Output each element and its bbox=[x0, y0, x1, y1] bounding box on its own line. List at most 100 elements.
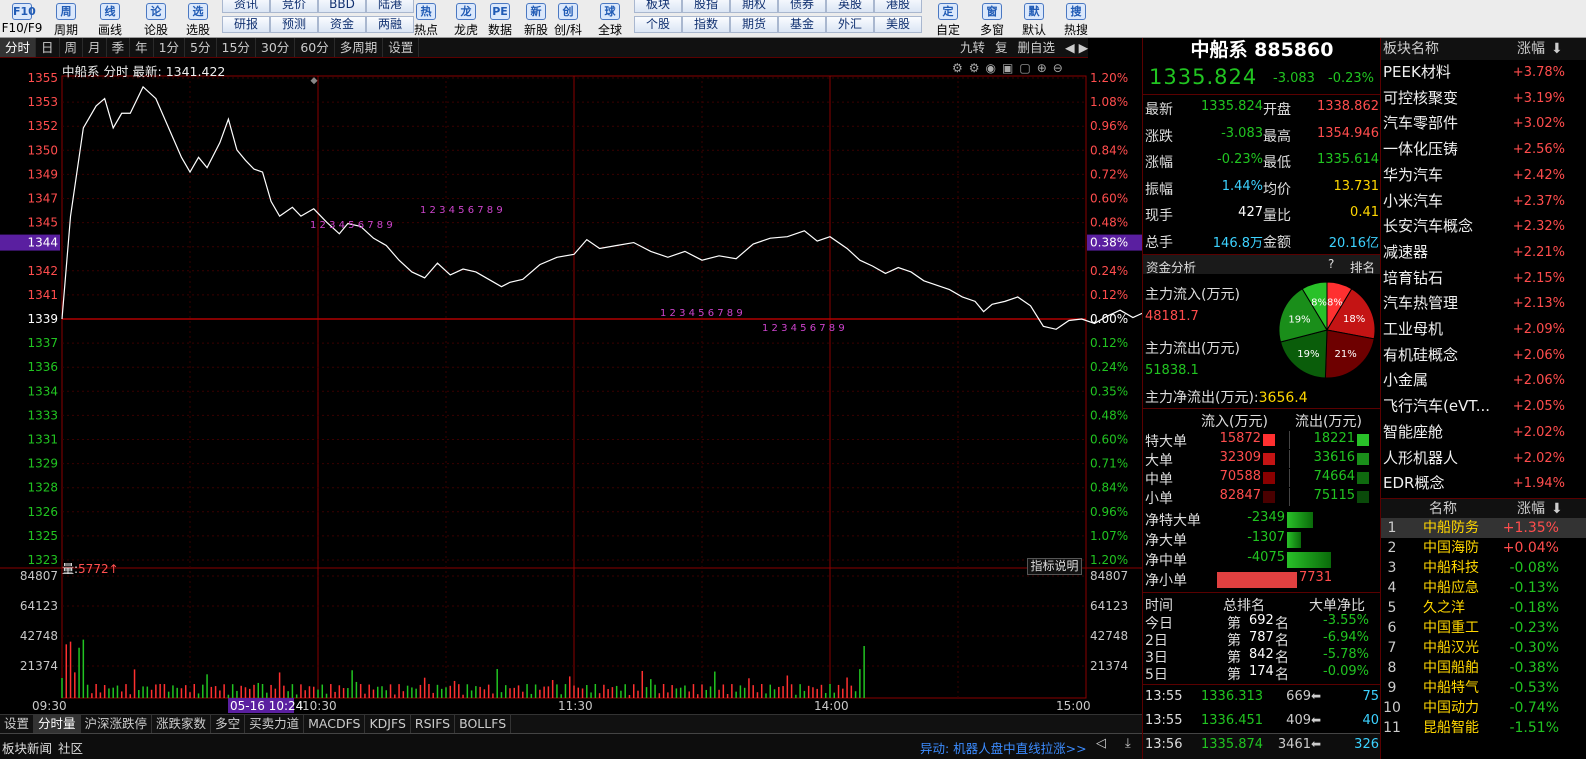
constituent-item[interactable]: 7 中船汉光 -0.30% bbox=[1381, 638, 1586, 658]
sector-item[interactable]: 智能座舱 +2.02% bbox=[1381, 420, 1586, 446]
sector-item[interactable]: 华为汽车 +2.42% bbox=[1381, 163, 1586, 189]
sector-item[interactable]: EDR概念 +1.94% bbox=[1381, 471, 1586, 497]
indicator-tab-3[interactable]: 涨跌家数 bbox=[152, 715, 212, 733]
indicator-tab-9[interactable]: BOLLFS bbox=[455, 715, 512, 733]
constituent-item[interactable]: 1 中船防务 +1.35% bbox=[1381, 518, 1586, 538]
eye-icon[interactable]: ◉ bbox=[986, 61, 1002, 75]
indicator-help-button[interactable]: 指标说明 bbox=[1027, 558, 1082, 575]
sector-item[interactable]: 汽车热管理 +2.13% bbox=[1381, 291, 1586, 317]
sector-item[interactable]: 飞行汽车(eVT... +2.05% bbox=[1381, 394, 1586, 420]
toolbar-small-top-5[interactable]: 股指 bbox=[682, 0, 730, 13]
constituent-item[interactable]: 3 中船科技 -0.08% bbox=[1381, 558, 1586, 578]
toolbar-small-bottom-0[interactable]: 研报 bbox=[222, 16, 270, 33]
constituent-header-name[interactable]: 名称 bbox=[1429, 499, 1457, 519]
settings-icon[interactable]: ⚙ bbox=[952, 61, 969, 75]
speaker-icon[interactable]: ◁ bbox=[1096, 736, 1106, 751]
sector-item[interactable]: 减速器 +2.21% bbox=[1381, 240, 1586, 266]
toolbar-small-bottom-6[interactable]: 期货 bbox=[730, 16, 778, 33]
toolbar-small-top-3[interactable]: 陆港 bbox=[366, 0, 414, 13]
delete-watchlist-button[interactable]: 删自选 bbox=[1018, 40, 1056, 55]
period-tab-10[interactable]: 60分 bbox=[295, 38, 335, 57]
constituent-item[interactable]: 11 昆船智能 -1.51% bbox=[1381, 718, 1586, 738]
sector-news-link[interactable]: 板块新闻 bbox=[2, 738, 52, 757]
fuquan-button[interactable]: 复 bbox=[995, 40, 1008, 55]
jiuzhuan-button[interactable]: 九转 bbox=[960, 40, 985, 55]
sort-down-icon[interactable]: ⬇ bbox=[1551, 499, 1563, 519]
constituent-item[interactable]: 2 中国海防 +0.04% bbox=[1381, 538, 1586, 558]
sector-item[interactable]: 有机硅概念 +2.06% bbox=[1381, 343, 1586, 369]
fund-rank-button[interactable]: 排名 bbox=[1350, 257, 1375, 276]
period-tab-11[interactable]: 多周期 bbox=[335, 38, 384, 57]
toolbar-btn-9[interactable]: 创创/科 bbox=[546, 0, 590, 37]
indicator-tab-1[interactable]: 分时量 bbox=[34, 715, 81, 733]
indicator-tab-2[interactable]: 沪深涨跌停 bbox=[81, 715, 153, 733]
toolbar-small-top-0[interactable]: 资讯 bbox=[222, 0, 270, 13]
toolbar-btn-2[interactable]: 线画线 bbox=[88, 0, 132, 37]
period-tab-4[interactable]: 季 bbox=[107, 38, 131, 57]
sector-header-name[interactable]: 板块名称 bbox=[1383, 38, 1439, 60]
indicator-tab-5[interactable]: 买卖力道 bbox=[245, 715, 305, 733]
zoom-in-icon[interactable]: ⊕ bbox=[1037, 61, 1053, 75]
community-link[interactable]: 社区 bbox=[58, 738, 83, 757]
toolbar-small-bottom-2[interactable]: 资金 bbox=[318, 16, 366, 33]
toolbar-small-top-9[interactable]: 港股 bbox=[874, 0, 922, 13]
alert-ticker[interactable]: 异动: 机器人盘中直线拉涨>> bbox=[920, 738, 1087, 757]
toolbar-small-top-8[interactable]: 英股 bbox=[826, 0, 874, 13]
period-tab-0[interactable]: 分时 bbox=[0, 38, 37, 57]
sort-down-icon[interactable]: ⬇ bbox=[1551, 38, 1563, 60]
toolbar-btn-1[interactable]: 周周期 bbox=[44, 0, 88, 37]
toolbar-small-top-4[interactable]: 板块 bbox=[634, 0, 682, 13]
toolbar-small-bottom-5[interactable]: 指数 bbox=[682, 16, 730, 33]
next-icon[interactable]: ▶ bbox=[1079, 40, 1089, 55]
period-tab-1[interactable]: 日 bbox=[36, 38, 60, 57]
constituent-header-change[interactable]: 涨幅 bbox=[1517, 499, 1545, 519]
indicator-tab-6[interactable]: MACDFS bbox=[304, 715, 366, 733]
toolbar-btn-0[interactable]: F10 F10/F9 bbox=[0, 0, 44, 37]
toolbar-small-top-1[interactable]: 竞价 bbox=[270, 0, 318, 13]
toolbar-small-top-7[interactable]: 债券 bbox=[778, 0, 826, 13]
toolbar-small-bottom-7[interactable]: 基金 bbox=[778, 16, 826, 33]
toolbar-btn-3[interactable]: 论论股 bbox=[134, 0, 178, 37]
toolbar-small-bottom-9[interactable]: 美股 bbox=[874, 16, 922, 33]
sector-item[interactable]: 培育钻石 +2.15% bbox=[1381, 266, 1586, 292]
toolbar-small-bottom-4[interactable]: 个股 bbox=[634, 16, 682, 33]
constituent-item[interactable]: 8 中国船舶 -0.38% bbox=[1381, 658, 1586, 678]
sector-item[interactable]: 长安汽车概念 +2.32% bbox=[1381, 214, 1586, 240]
toolbar-small-top-6[interactable]: 期权 bbox=[730, 0, 778, 13]
period-tab-3[interactable]: 月 bbox=[83, 38, 107, 57]
toolbar-small-bottom-8[interactable]: 外汇 bbox=[826, 16, 874, 33]
indicator-tab-0[interactable]: 设置 bbox=[0, 715, 35, 733]
constituent-item[interactable]: 9 中船特气 -0.53% bbox=[1381, 678, 1586, 698]
period-tab-7[interactable]: 5分 bbox=[185, 38, 217, 57]
sector-header-change[interactable]: 涨幅 bbox=[1517, 38, 1545, 60]
sector-item[interactable]: 一体化压铸 +2.56% bbox=[1381, 137, 1586, 163]
download-icon[interactable]: ⤓ bbox=[1125, 736, 1131, 751]
sector-item[interactable]: 工业母机 +2.09% bbox=[1381, 317, 1586, 343]
period-tab-2[interactable]: 周 bbox=[60, 38, 84, 57]
sector-item[interactable]: 可控核聚变 +3.19% bbox=[1381, 86, 1586, 112]
period-tab-6[interactable]: 1分 bbox=[154, 38, 186, 57]
constituent-item[interactable]: 10 中国动力 -0.74% bbox=[1381, 698, 1586, 718]
lock-icon[interactable]: ▢ bbox=[1019, 61, 1036, 75]
period-tab-8[interactable]: 15分 bbox=[217, 38, 256, 57]
sector-item[interactable]: 小金属 +2.06% bbox=[1381, 368, 1586, 394]
period-tab-12[interactable]: 设置 bbox=[383, 38, 420, 57]
indicator-tab-4[interactable]: 多空 bbox=[211, 715, 246, 733]
fund-help-button[interactable]: ? bbox=[1328, 257, 1334, 271]
print-icon[interactable]: ▣ bbox=[1002, 61, 1019, 75]
sector-item[interactable]: 人形机器人 +2.02% bbox=[1381, 446, 1586, 472]
indicator-tab-8[interactable]: RSIFS bbox=[411, 715, 456, 733]
toolbar-btn-11[interactable]: 定自定 bbox=[926, 0, 970, 37]
toolbar-btn-10[interactable]: 球全球 bbox=[588, 0, 632, 37]
constituent-item[interactable]: 5 久之洋 -0.18% bbox=[1381, 598, 1586, 618]
zoom-out-icon[interactable]: ⊖ bbox=[1053, 61, 1069, 75]
toolbar-small-top-2[interactable]: BBD bbox=[318, 0, 366, 13]
sector-item[interactable]: 小米汽车 +2.37% bbox=[1381, 189, 1586, 215]
toolbar-small-bottom-1[interactable]: 预测 bbox=[270, 16, 318, 33]
toolbar-btn-14[interactable]: 搜热搜 bbox=[1054, 0, 1098, 37]
constituent-item[interactable]: 6 中国重工 -0.23% bbox=[1381, 618, 1586, 638]
toolbar-btn-12[interactable]: 窗多窗 bbox=[970, 0, 1014, 37]
prev-icon[interactable]: ◀ bbox=[1065, 40, 1075, 55]
sector-item[interactable]: PEEK材料 +3.78% bbox=[1381, 60, 1586, 86]
indicator-tab-7[interactable]: KDJFS bbox=[365, 715, 411, 733]
